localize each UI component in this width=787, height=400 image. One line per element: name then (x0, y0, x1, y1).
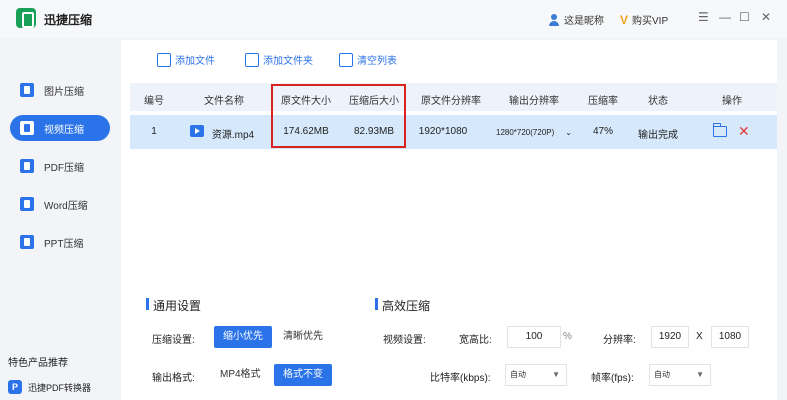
clear-list-label: 清空列表 (357, 56, 397, 67)
app-title: 迅捷压缩 (44, 13, 93, 27)
fps-label: 帧率(fps): (591, 373, 634, 384)
video-file-icon (190, 125, 204, 137)
output-resolution-value: 1280*720(720P) (496, 127, 555, 137)
ppt-icon (20, 235, 34, 249)
add-file-icon (157, 52, 171, 67)
column-header: 输出分辨率 (509, 96, 559, 107)
sidebar-item-label: Word压缩 (44, 200, 88, 212)
sidebar-item-label: PPT压缩 (44, 238, 84, 250)
add-file-label: 添加文件 (175, 56, 215, 67)
title-bar: 迅捷压缩 这是昵称 V 购买VIP ☰ — ☐ ✕ (0, 0, 787, 38)
remove-file-icon[interactable]: ✕ (738, 123, 750, 140)
sidebar-item-label: PDF压缩 (44, 162, 84, 174)
sidebar-item-pdf[interactable]: PDF压缩 (10, 153, 110, 179)
column-header: 状态 (648, 96, 668, 107)
column-header: 原文件分辨率 (421, 96, 481, 107)
column-header: 压缩率 (588, 96, 618, 107)
file-name: 资源.mp4 (211, 130, 255, 141)
featured-products-title: 特色产品推荐 (8, 358, 68, 369)
minimize-icon[interactable]: — (719, 10, 731, 24)
image-icon (20, 83, 34, 97)
add-folder-label: 添加文件夹 (263, 56, 313, 67)
settings-panel: 通用设置 压缩设置: 缩小优先 清晰优先 输出格式: MP4格式 格式不变 高效… (121, 287, 777, 400)
output-format-label: 输出格式: (152, 373, 195, 384)
sidebar-item-label: 视频压缩 (44, 124, 84, 136)
resolution-separator: X (696, 331, 703, 342)
output-resolution-select[interactable]: 1280*720(720P) ⌄ (494, 124, 574, 140)
resolution-width-input[interactable]: 1920 (651, 326, 689, 348)
compression-ratio: 47% (592, 126, 614, 137)
vip-crown-icon: V (620, 12, 629, 27)
size-priority-option[interactable]: 缩小优先 (214, 326, 272, 348)
add-folder-icon (245, 52, 259, 67)
featured-product-pdf-converter[interactable]: P 迅捷PDF转换器 (8, 380, 91, 394)
word-icon (20, 197, 34, 211)
original-resolution: 1920*1080 (418, 126, 468, 137)
maximize-icon[interactable]: ☐ (739, 10, 750, 24)
pdf-icon (20, 159, 34, 173)
fps-value: 自动 (654, 370, 670, 379)
user-name: 这是昵称 (564, 16, 604, 27)
sidebar-item-ppt[interactable]: PPT压缩 (10, 229, 110, 255)
fps-select[interactable]: 自动 ▼ (649, 364, 711, 386)
column-header: 操作 (722, 96, 742, 107)
close-window-icon[interactable]: ✕ (761, 10, 771, 24)
trash-icon (339, 52, 353, 67)
featured-product-label: 迅捷PDF转换器 (28, 382, 92, 393)
column-header: 编号 (144, 96, 164, 107)
buy-vip-button[interactable]: V 购买VIP (620, 12, 669, 28)
compress-settings-label: 压缩设置: (152, 335, 195, 346)
status-badge: 输出完成 (638, 130, 678, 141)
sidebar-item-video[interactable]: 视频压缩 (10, 115, 110, 141)
user-icon (548, 13, 560, 26)
buy-vip-label: 购买VIP (632, 16, 669, 27)
menu-icon[interactable]: ☰ (698, 10, 709, 24)
sidebar-item-image[interactable]: 图片压缩 (10, 77, 110, 103)
sidebar-item-word[interactable]: Word压缩 (10, 191, 110, 217)
efficient-compress-title: 高效压缩 (375, 297, 430, 314)
bitrate-value: 自动 (510, 370, 526, 379)
chevron-down-icon: ▼ (696, 370, 704, 379)
chevron-down-icon: ▼ (552, 370, 560, 379)
chevron-down-icon: ⌄ (565, 127, 572, 137)
clear-list-button[interactable]: 清空列表 (339, 52, 397, 67)
clarity-priority-option[interactable]: 清晰优先 (274, 326, 332, 348)
table-header: 编号 文件名称 原文件大小 压缩后大小 原文件分辨率 输出分辨率 压缩率 状态 … (130, 83, 777, 111)
pdf-converter-icon: P (8, 380, 22, 394)
aspect-ratio-input[interactable]: 100 (507, 326, 561, 348)
general-settings-title: 通用设置 (146, 297, 201, 314)
user-account[interactable]: 这是昵称 (548, 12, 604, 27)
mp4-format-option[interactable]: MP4格式 (211, 364, 270, 386)
add-file-button[interactable]: 添加文件 (157, 52, 215, 67)
aspect-ratio-label: 宽高比: (459, 335, 492, 346)
size-columns-highlight (271, 84, 406, 148)
column-header: 文件名称 (204, 96, 244, 107)
table-row[interactable]: 1 资源.mp4 174.62MB 82.93MB 1920*1080 1280… (130, 115, 777, 149)
video-settings-label: 视频设置: (383, 335, 426, 346)
percent-unit: % (563, 331, 572, 342)
keep-format-option[interactable]: 格式不变 (274, 364, 332, 386)
resolution-height-input[interactable]: 1080 (711, 326, 749, 348)
sidebar-item-label: 图片压缩 (44, 86, 84, 98)
add-folder-button[interactable]: 添加文件夹 (245, 52, 313, 67)
row-index: 1 (151, 126, 157, 137)
open-folder-icon[interactable] (713, 123, 727, 137)
bitrate-select[interactable]: 自动 ▼ (505, 364, 567, 386)
app-logo-icon (16, 8, 36, 28)
sidebar: 图片压缩 视频压缩 PDF压缩 Word压缩 PPT压缩 (0, 38, 118, 400)
video-icon (20, 121, 34, 135)
bitrate-label: 比特率(kbps): (430, 373, 491, 384)
resolution-label: 分辨率: (603, 335, 636, 346)
